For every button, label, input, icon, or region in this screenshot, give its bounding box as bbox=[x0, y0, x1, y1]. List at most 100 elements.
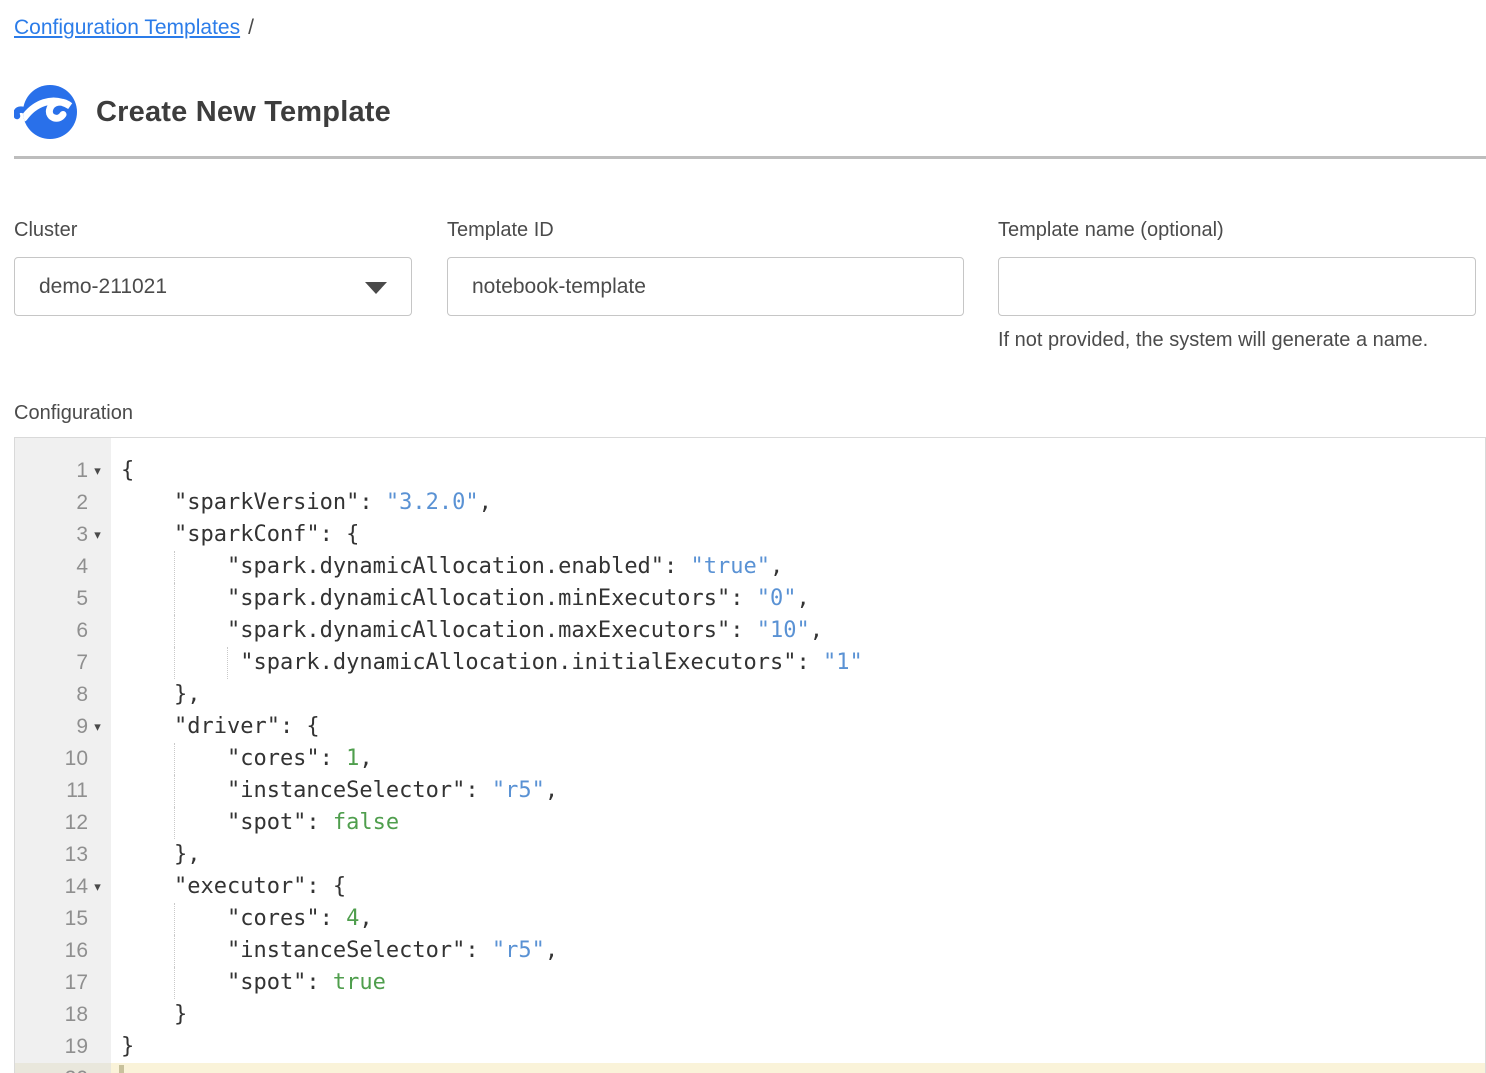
gutter-cell: 9▾ bbox=[15, 711, 111, 743]
code-line-content: "driver": { bbox=[111, 711, 1485, 743]
indent-guide bbox=[174, 967, 175, 999]
page-title: Create New Template bbox=[96, 96, 391, 129]
code-line-content: } bbox=[111, 999, 1485, 1031]
code-line[interactable]: 4 "spark.dynamicAllocation.enabled": "tr… bbox=[15, 551, 1485, 583]
cluster-field: Cluster demo-211021 bbox=[14, 219, 412, 352]
configuration-code-editor[interactable]: 1▾{2 "sparkVersion": "3.2.0",3▾ "sparkCo… bbox=[14, 437, 1486, 1073]
gutter-cell: 1▾ bbox=[15, 455, 111, 487]
code-line-content: "spot": true bbox=[111, 967, 1485, 999]
line-number: 19 bbox=[65, 1031, 88, 1063]
code-line-content: }, bbox=[111, 679, 1485, 711]
gutter-cell: 8 bbox=[15, 679, 111, 711]
indent-guide bbox=[174, 647, 175, 679]
code-line[interactable]: 2 "sparkVersion": "3.2.0", bbox=[15, 487, 1485, 519]
line-number: 18 bbox=[65, 999, 88, 1031]
line-number: 8 bbox=[76, 679, 88, 711]
gutter-cell: 4 bbox=[15, 551, 111, 583]
template-name-label: Template name (optional) bbox=[998, 219, 1476, 242]
indent-guide bbox=[174, 807, 175, 839]
gutter-cell: 14▾ bbox=[15, 871, 111, 903]
line-number: 14 bbox=[65, 871, 88, 903]
line-number: 5 bbox=[76, 583, 88, 615]
code-line-content: "cores": 4, bbox=[111, 903, 1485, 935]
ocean-wave-logo-icon bbox=[14, 80, 78, 144]
line-number: 3 bbox=[76, 519, 88, 551]
template-id-field: Template ID bbox=[447, 219, 964, 352]
configuration-label: Configuration bbox=[14, 402, 1476, 425]
code-line[interactable]: 13 }, bbox=[15, 839, 1485, 871]
line-number: 15 bbox=[65, 903, 88, 935]
breadcrumb-link-configuration-templates[interactable]: Configuration Templates bbox=[14, 16, 240, 39]
template-id-input[interactable] bbox=[447, 257, 964, 316]
code-line[interactable]: 16 "instanceSelector": "r5", bbox=[15, 935, 1485, 967]
header-divider bbox=[14, 156, 1486, 159]
indent-guide bbox=[174, 743, 175, 775]
fold-arrow-icon[interactable]: ▾ bbox=[88, 455, 107, 487]
template-name-helper-text: If not provided, the system will generat… bbox=[998, 329, 1476, 352]
cluster-selected-value: demo-211021 bbox=[39, 275, 167, 299]
code-line-content: "executor": { bbox=[111, 871, 1485, 903]
code-line-content: "sparkVersion": "3.2.0", bbox=[111, 487, 1485, 519]
line-number: 11 bbox=[66, 775, 88, 807]
page-header: Create New Template bbox=[14, 80, 1476, 144]
line-number: 7 bbox=[76, 647, 88, 679]
code-line[interactable]: 8 }, bbox=[15, 679, 1485, 711]
code-line[interactable]: 17 "spot": true bbox=[15, 967, 1485, 999]
template-form: Cluster demo-211021 Template ID Template… bbox=[14, 219, 1476, 352]
breadcrumb-separator: / bbox=[248, 16, 254, 39]
code-line[interactable]: 6 "spark.dynamicAllocation.maxExecutors"… bbox=[15, 615, 1485, 647]
create-template-page: Configuration Templates / Create New Temp… bbox=[0, 0, 1486, 1073]
breadcrumb: Configuration Templates / bbox=[14, 16, 1476, 40]
indent-guide bbox=[174, 615, 175, 647]
code-line-content: "spot": false bbox=[111, 807, 1485, 839]
gutter-cell: 20 bbox=[15, 1063, 111, 1073]
code-line[interactable]: 7 "spark.dynamicAllocation.initialExecut… bbox=[15, 647, 1485, 679]
code-line[interactable]: 10 "cores": 1, bbox=[15, 743, 1485, 775]
editor-top-padding bbox=[15, 438, 1485, 455]
fold-arrow-icon[interactable]: ▾ bbox=[88, 519, 107, 551]
code-line[interactable]: 12 "spot": false bbox=[15, 807, 1485, 839]
code-line-content: "spark.dynamicAllocation.maxExecutors": … bbox=[111, 615, 1485, 647]
fold-arrow-icon[interactable]: ▾ bbox=[88, 711, 107, 743]
gutter-cell: 13 bbox=[15, 839, 111, 871]
code-line-content: "spark.dynamicAllocation.minExecutors": … bbox=[111, 583, 1485, 615]
code-line-content: } bbox=[111, 1031, 1485, 1063]
line-number: 6 bbox=[76, 615, 88, 647]
code-line-content: "cores": 1, bbox=[111, 743, 1485, 775]
line-number: 2 bbox=[76, 487, 88, 519]
line-number: 17 bbox=[65, 967, 88, 999]
code-line[interactable]: 19} bbox=[15, 1031, 1485, 1063]
line-number: 20 bbox=[65, 1063, 88, 1073]
code-line-content: }, bbox=[111, 839, 1485, 871]
gutter-cell: 6 bbox=[15, 615, 111, 647]
gutter-cell: 18 bbox=[15, 999, 111, 1031]
code-line-content: "instanceSelector": "r5", bbox=[111, 775, 1485, 807]
code-line[interactable]: 15 "cores": 4, bbox=[15, 903, 1485, 935]
code-lines: 1▾{2 "sparkVersion": "3.2.0",3▾ "sparkCo… bbox=[15, 438, 1485, 1073]
gutter-cell: 19 bbox=[15, 1031, 111, 1063]
line-number: 4 bbox=[76, 551, 88, 583]
gutter-cell: 11 bbox=[15, 775, 111, 807]
code-line[interactable]: 9▾ "driver": { bbox=[15, 711, 1485, 743]
text-cursor bbox=[119, 1065, 124, 1073]
gutter-cell: 2 bbox=[15, 487, 111, 519]
line-number: 1 bbox=[76, 455, 88, 487]
code-line[interactable]: 20 bbox=[15, 1063, 1485, 1073]
template-name-field: Template name (optional) If not provided… bbox=[998, 219, 1476, 352]
cluster-select[interactable]: demo-211021 bbox=[14, 257, 412, 316]
indent-guide bbox=[174, 935, 175, 967]
code-line-content: "spark.dynamicAllocation.initialExecutor… bbox=[111, 647, 1485, 679]
code-line[interactable]: 11 "instanceSelector": "r5", bbox=[15, 775, 1485, 807]
template-name-input[interactable] bbox=[998, 257, 1476, 316]
gutter-cell: 3▾ bbox=[15, 519, 111, 551]
chevron-down-icon bbox=[365, 282, 387, 294]
fold-arrow-icon[interactable]: ▾ bbox=[88, 871, 107, 903]
code-line[interactable]: 3▾ "sparkConf": { bbox=[15, 519, 1485, 551]
code-line[interactable]: 14▾ "executor": { bbox=[15, 871, 1485, 903]
code-line-content bbox=[111, 1063, 1485, 1073]
template-id-label: Template ID bbox=[447, 219, 964, 242]
code-line[interactable]: 5 "spark.dynamicAllocation.minExecutors"… bbox=[15, 583, 1485, 615]
code-line-content: "instanceSelector": "r5", bbox=[111, 935, 1485, 967]
code-line[interactable]: 18 } bbox=[15, 999, 1485, 1031]
code-line[interactable]: 1▾{ bbox=[15, 455, 1485, 487]
